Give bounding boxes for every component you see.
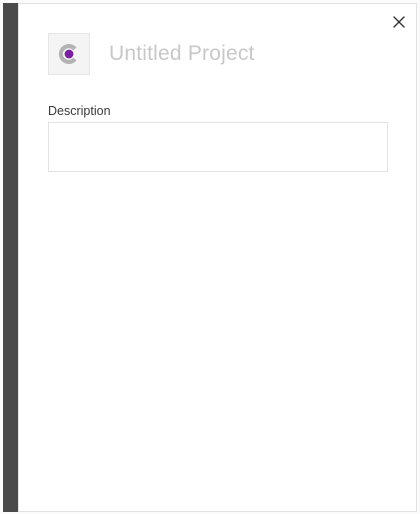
- close-button[interactable]: [392, 15, 406, 29]
- project-header: Untitled Project: [48, 32, 255, 76]
- project-logo[interactable]: [48, 33, 90, 75]
- description-label: Description: [48, 104, 111, 118]
- app-window: Untitled Project Description: [0, 0, 420, 514]
- project-title[interactable]: Untitled Project: [109, 42, 255, 66]
- project-panel: Untitled Project Description: [18, 3, 417, 512]
- close-icon: [393, 16, 405, 28]
- sidebar-strip: [3, 3, 18, 512]
- description-field[interactable]: [48, 122, 388, 172]
- project-logo-icon: [58, 44, 77, 64]
